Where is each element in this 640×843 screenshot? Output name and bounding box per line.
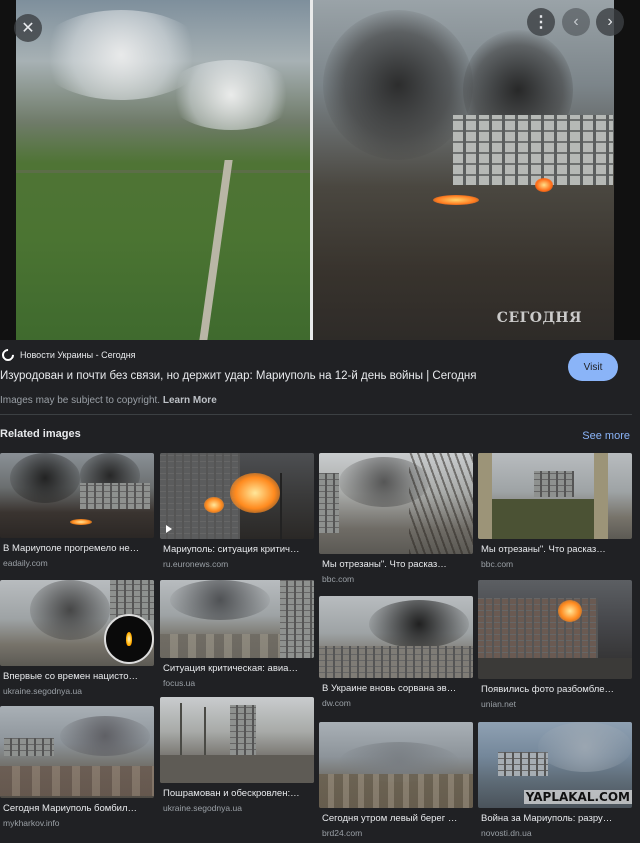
related-thumbnail: YAPLAKAL.COM <box>478 722 632 808</box>
chevron-right-icon: › <box>607 13 613 30</box>
preview-photo-left <box>16 0 310 340</box>
related-caption: Война за Мариуполь: разру… <box>481 813 613 824</box>
related-image-card[interactable]: Ситуация критическая: авиа… focus.ua <box>160 580 314 688</box>
related-image-card[interactable]: В Мариуполе прогремело не… eadaily.com <box>0 453 154 568</box>
candle-icon <box>104 614 154 664</box>
related-caption: Мы отрезаны". Что расказ… <box>481 544 606 555</box>
next-button[interactable]: › <box>596 8 624 36</box>
copyright-text: Images may be subject to copyright. <box>0 395 161 406</box>
fire <box>433 195 479 205</box>
site-favicon-icon <box>0 346 17 364</box>
image-preview[interactable]: СЕГОДНЯ ✕ ⋮ ‹ › <box>0 0 640 340</box>
see-more-link[interactable]: See more <box>582 430 630 442</box>
related-image-card[interactable]: В Украине вновь сорвана эв… dw.com <box>319 596 473 708</box>
related-image-card[interactable]: Сегодня Мариуполь бомбил… mykharkov.info <box>0 706 154 828</box>
play-icon <box>166 525 172 533</box>
related-image-card[interactable]: Сегодня утром левый берег … brd24.com <box>319 722 473 838</box>
related-thumbnail <box>160 697 314 783</box>
watermark: YAPLAKAL.COM <box>523 790 632 804</box>
close-button[interactable]: ✕ <box>14 14 42 42</box>
related-thumbnail <box>0 580 154 666</box>
related-domain: dw.com <box>322 698 351 708</box>
watermark: СЕГОДНЯ <box>496 310 582 326</box>
related-domain: bbc.com <box>481 559 514 569</box>
related-caption: Появились фото разбомбле… <box>481 684 615 695</box>
related-caption: Сегодня Мариуполь бомбил… <box>3 803 137 814</box>
related-caption: В Мариуполе прогремело не… <box>3 543 140 554</box>
related-caption: Пошрамован и обескровлен:… <box>163 788 300 799</box>
divider <box>0 414 632 415</box>
road <box>199 160 233 340</box>
related-thumbnail <box>478 453 632 539</box>
chevron-left-icon: ‹ <box>573 13 579 30</box>
apartment-building <box>453 115 613 185</box>
related-thumbnail <box>478 580 632 679</box>
related-domain: bbc.com <box>322 574 355 584</box>
related-caption: Ситуация критическая: авиа… <box>163 663 298 674</box>
related-image-card[interactable]: YAPLAKAL.COM Война за Мариуполь: разру… … <box>478 722 632 838</box>
related-thumbnail <box>160 580 314 658</box>
related-caption: В Украине вновь сорвана эв… <box>322 683 457 694</box>
related-images-heading: Related images <box>0 428 81 440</box>
related-caption: Мариуполь: ситуация критич… <box>163 544 300 555</box>
related-domain: brd24.com <box>322 828 363 838</box>
more-options-button[interactable]: ⋮ <box>527 8 555 36</box>
related-image-card[interactable]: Мы отрезаны". Что расказ… bbc.com <box>319 453 473 584</box>
related-image-card[interactable]: Появились фото разбомбле… unian.net <box>478 580 632 709</box>
related-domain: unian.net <box>481 699 516 709</box>
related-caption: Мы отрезаны". Что расказ… <box>322 559 447 570</box>
related-domain: ukraine.segodnya.ua <box>3 686 82 696</box>
more-vert-icon: ⋮ <box>533 14 549 31</box>
related-thumbnail <box>160 453 314 539</box>
previous-button[interactable]: ‹ <box>562 8 590 36</box>
related-domain: ukraine.segodnya.ua <box>163 803 242 813</box>
fire <box>535 178 553 192</box>
related-domain: ru.euronews.com <box>163 559 229 569</box>
related-domain: eadaily.com <box>3 558 48 568</box>
field-edge <box>16 170 310 173</box>
related-thumbnail <box>319 596 473 678</box>
related-thumbnail <box>319 722 473 808</box>
related-caption: Впервые со времен нацисто… <box>3 671 138 682</box>
preview-photo-right: СЕГОДНЯ <box>313 0 614 340</box>
copyright-notice: Images may be subject to copyright. Lear… <box>0 395 217 406</box>
smoke-cloud <box>166 60 296 130</box>
learn-more-link[interactable]: Learn More <box>163 395 217 406</box>
related-image-card[interactable]: Мы отрезаны". Что расказ… bbc.com <box>478 453 632 569</box>
related-thumbnail <box>319 453 473 554</box>
visit-button[interactable]: Visit <box>568 353 618 381</box>
related-caption: Сегодня утром левый берег … <box>322 813 458 824</box>
related-thumbnail <box>0 706 154 798</box>
related-domain: mykharkov.info <box>3 818 60 828</box>
result-title[interactable]: Изуродован и почти без связи, но держит … <box>0 370 477 382</box>
related-image-card[interactable]: Пошрамован и обескровлен:… ukraine.segod… <box>160 697 314 813</box>
source-name: Новости Украины - Сегодня <box>20 350 136 360</box>
source-row[interactable]: Новости Украины - Сегодня <box>0 346 136 364</box>
close-icon: ✕ <box>21 20 35 37</box>
smoke-cloud <box>323 10 473 160</box>
related-domain: novosti.dn.ua <box>481 828 532 838</box>
related-image-card[interactable]: Мариуполь: ситуация критич… ru.euronews.… <box>160 453 314 569</box>
related-image-card[interactable]: Впервые со времен нацисто… ukraine.segod… <box>0 580 154 696</box>
related-domain: focus.ua <box>163 678 196 688</box>
related-thumbnail <box>0 453 154 538</box>
